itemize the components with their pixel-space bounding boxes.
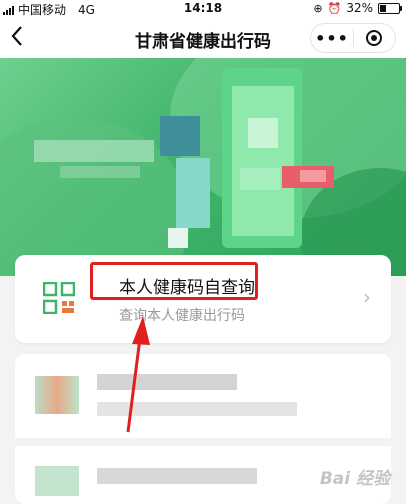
watermark: Bai 经验 — [319, 469, 390, 489]
annotation-arrow — [126, 316, 150, 433]
